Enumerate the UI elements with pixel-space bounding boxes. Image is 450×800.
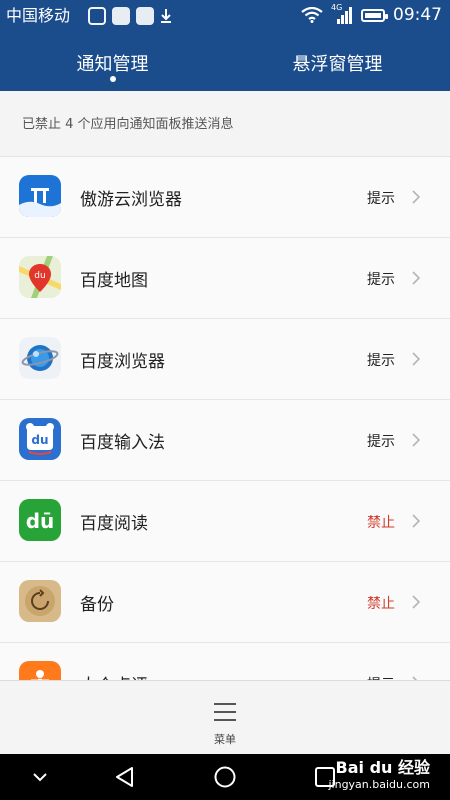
- back-button[interactable]: [113, 766, 137, 788]
- chevron-right-icon: [412, 595, 421, 609]
- app-name: 傲游云浏览器: [80, 190, 182, 210]
- app-header: 中国移动 4G 09:47 通知管理 悬浮窗管理: [0, 0, 450, 91]
- list-item[interactable]: du 百度输入法 提示: [0, 400, 450, 481]
- watermark-url: jingyan.baidu.com: [328, 778, 430, 791]
- chevron-right-icon: [412, 352, 421, 366]
- chevron-right-icon: [412, 514, 421, 528]
- dianping-icon: [19, 661, 61, 680]
- maxthon-icon: [19, 175, 61, 217]
- notification-status: 提示: [367, 353, 395, 369]
- app-name: 备份: [80, 595, 114, 615]
- list-item[interactable]: dū 百度阅读 禁止: [0, 481, 450, 562]
- list-item[interactable]: 傲游云浏览器 提示: [0, 157, 450, 238]
- huawei-notification-icon: [112, 7, 130, 25]
- back-icon: [116, 767, 133, 787]
- huawei-notification-icon-2: [136, 7, 154, 25]
- menu-icon: [214, 703, 236, 721]
- status-notification-icons: [88, 7, 172, 25]
- menu-label: 菜单: [214, 733, 236, 746]
- tab-label: 通知管理: [76, 54, 149, 75]
- chevron-right-icon: [412, 433, 421, 447]
- carrier-name: 中国移动: [6, 6, 71, 25]
- tab-floating-window-management[interactable]: 悬浮窗管理: [225, 40, 450, 91]
- svg-text:du: du: [31, 433, 48, 447]
- app-list: 傲游云浏览器 提示 du 百度地图 提示 百度浏览器 提示 du 百度输入法 提…: [0, 157, 450, 680]
- clock: 09:47: [393, 5, 442, 25]
- watermark-brand: Bai du 经验: [335, 758, 430, 777]
- app-name: 百度阅读: [80, 514, 148, 534]
- svg-text:du: du: [34, 271, 45, 281]
- system-nav-bar: Bai du 经验 jingyan.baidu.com: [0, 754, 450, 800]
- blocked-apps-notice: 已禁止 4 个应用向通知面板推送消息: [0, 91, 450, 157]
- baidu-read-icon: dū: [19, 499, 61, 541]
- notification-status: 提示: [367, 191, 395, 207]
- baidu-input-icon: du: [19, 418, 61, 460]
- bottom-action-bar: 菜单: [0, 680, 450, 755]
- tab-bar: 通知管理 悬浮窗管理: [0, 40, 450, 91]
- signal-icon: 4G: [331, 3, 353, 25]
- notification-status: 禁止: [367, 515, 395, 531]
- notification-status: 提示: [367, 272, 395, 288]
- chevron-right-icon: [412, 271, 421, 285]
- menu-button[interactable]: 菜单: [195, 695, 255, 749]
- baidu-browser-icon: [19, 337, 61, 379]
- status-bar: 中国移动 4G 09:47: [0, 0, 450, 32]
- chevron-right-icon: [412, 190, 421, 204]
- chevron-down-icon: [33, 773, 47, 782]
- baidu-map-icon: du: [19, 256, 61, 298]
- backup-icon: [19, 580, 61, 622]
- app-name: 百度地图: [80, 271, 148, 291]
- app-name: 大众点评: [80, 671, 148, 680]
- app-name: 百度浏览器: [80, 352, 165, 372]
- list-item[interactable]: 百度浏览器 提示: [0, 319, 450, 400]
- home-button[interactable]: [213, 766, 237, 788]
- status-right: 4G 09:47: [301, 3, 442, 26]
- list-item[interactable]: du 百度地图 提示: [0, 238, 450, 319]
- download-icon: [160, 8, 172, 24]
- home-icon: [214, 766, 236, 788]
- image-notification-icon: [88, 7, 106, 25]
- hide-nav-button[interactable]: [28, 766, 52, 788]
- list-item[interactable]: 大众点评 提示: [0, 643, 450, 680]
- wifi-icon: [301, 7, 323, 23]
- active-tab-indicator: [109, 76, 116, 82]
- list-item[interactable]: 备份 禁止: [0, 562, 450, 643]
- tab-label: 悬浮窗管理: [292, 54, 383, 75]
- notification-status: 禁止: [367, 596, 395, 612]
- svg-text:dū: dū: [26, 509, 55, 533]
- app-name: 百度输入法: [80, 433, 165, 453]
- battery-icon: [361, 8, 388, 22]
- notification-status: 提示: [367, 434, 395, 450]
- notice-text: 已禁止 4 个应用向通知面板推送消息: [22, 117, 234, 132]
- tab-notification-management[interactable]: 通知管理: [0, 40, 225, 91]
- baidu-jingyan-watermark: Bai du 经验 jingyan.baidu.com: [290, 758, 430, 791]
